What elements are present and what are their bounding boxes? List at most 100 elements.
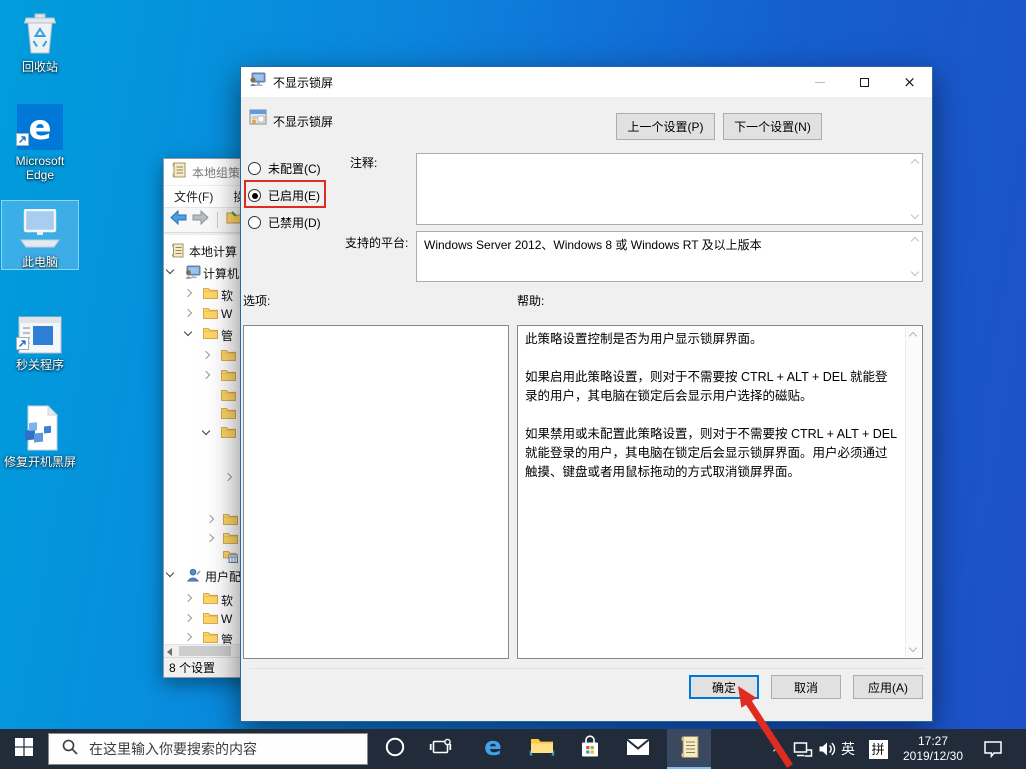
scroll-down-icon[interactable] <box>909 645 917 653</box>
scroll-left-icon[interactable] <box>167 648 172 656</box>
dialog-policy-icon <box>249 72 266 92</box>
help-panel[interactable]: 此策略设置控制是否为用户显示锁屏界面。如果启用此策略设置，则对于不需要按 CTR… <box>517 325 923 659</box>
options-label: 选项: <box>243 292 270 309</box>
taskbar-task-view-button[interactable] <box>418 729 462 769</box>
minimize-button[interactable] <box>797 67 842 97</box>
gpo-icon <box>171 243 184 261</box>
chevron-right-icon[interactable] <box>224 473 232 481</box>
chevron-right-icon[interactable] <box>206 534 214 542</box>
desktop-icon-label: 修复开机黑屏 <box>2 455 78 469</box>
taskbar-mail-button[interactable] <box>616 729 660 769</box>
chevron-down-icon[interactable] <box>166 569 174 577</box>
dialog-titlebar[interactable]: 不显示锁屏 × <box>241 67 932 97</box>
cancel-button[interactable]: 取消 <box>771 675 841 699</box>
chevron-right-icon[interactable] <box>202 371 210 379</box>
scroll-down-icon[interactable] <box>911 212 919 220</box>
fix-boot-black-screen-icon <box>20 405 60 451</box>
chevron-down-icon[interactable] <box>184 328 192 336</box>
folder-icon <box>223 513 238 528</box>
desktop-icon-this-pc[interactable]: 此电脑 <box>2 201 78 269</box>
radio-not-configured[interactable]: 未配置(C) <box>248 160 321 177</box>
next-setting-button[interactable]: 下一个设置(N) <box>723 113 822 140</box>
scroll-up-icon[interactable] <box>911 236 919 244</box>
menu-file[interactable]: 文件(F) <box>164 188 223 205</box>
cortana-icon <box>384 736 406 763</box>
options-panel[interactable] <box>243 325 509 659</box>
chevron-right-icon[interactable] <box>184 614 192 622</box>
dialog-title: 不显示锁屏 <box>273 74 333 91</box>
desktop-icon-recycle-bin[interactable]: 回收站 <box>2 6 78 74</box>
maximize-button[interactable] <box>842 67 887 97</box>
gpedit-title: 本地组策 <box>192 164 240 181</box>
taskbar-cortana-button[interactable] <box>373 729 417 769</box>
close-icon: × <box>903 75 916 90</box>
tree-item-label: 管 <box>221 631 233 644</box>
tray-ime-language[interactable]: 英 <box>838 729 858 769</box>
this-pc-icon <box>16 209 64 251</box>
speaker-icon <box>818 741 837 757</box>
scroll-down-icon[interactable] <box>911 269 919 277</box>
shortcut-arrow-icon <box>16 337 29 355</box>
taskbar-edge-button[interactable]: e <box>471 729 515 769</box>
start-button[interactable] <box>0 729 48 769</box>
tray-clock[interactable]: 17:27 2019/12/30 <box>894 729 972 769</box>
radio-disabled[interactable]: 已禁用(D) <box>248 214 321 231</box>
taskbar: 在这里输入你要搜索的内容 e 英 拼 17:27 2019/12/30 <box>0 729 1026 769</box>
chevron-right-icon[interactable] <box>184 633 192 641</box>
chevron-right-icon[interactable] <box>202 351 210 359</box>
ok-button[interactable]: 确定 <box>689 675 759 699</box>
desktop-icon-seconds-close-app[interactable]: 秒关程序 <box>2 304 78 372</box>
tree-item-label: 用户配 <box>205 568 241 585</box>
windows-logo-icon <box>15 738 33 761</box>
tray-network[interactable] <box>792 729 814 769</box>
tray-show-hidden-icons[interactable] <box>770 729 788 769</box>
shortcut-arrow-icon <box>16 133 29 151</box>
tray-ime-mode[interactable]: 拼 <box>866 729 890 769</box>
help-paragraph: 此策略设置控制是否为用户显示锁屏界面。 <box>525 330 898 349</box>
supported-on-label: 支持的平台: <box>345 234 408 251</box>
comment-textbox[interactable] <box>416 153 923 225</box>
search-icon <box>61 738 79 761</box>
tray-volume[interactable] <box>816 729 838 769</box>
back-icon[interactable] <box>170 210 187 230</box>
taskbar-group-policy-editor-button[interactable] <box>667 729 711 769</box>
help-paragraph: 如果启用此策略设置，则对于不需要按 CTRL + ALT + DEL 就能登录的… <box>525 368 898 406</box>
clock-date: 2019/12/30 <box>903 749 963 764</box>
forward-icon[interactable] <box>192 210 209 230</box>
tree-item-label: 本地计算 <box>189 243 237 260</box>
close-button[interactable]: × <box>887 67 932 97</box>
search-placeholder: 在这里输入你要搜索的内容 <box>89 739 257 759</box>
help-scrollbar[interactable] <box>905 327 921 657</box>
desktop-icon-fix-boot-black-screen[interactable]: 修复开机黑屏 <box>2 401 78 469</box>
supported-on-textbox[interactable]: Windows Server 2012、Windows 8 或 Windows … <box>416 231 923 282</box>
taskbar-store-button[interactable] <box>568 729 612 769</box>
scroll-up-icon[interactable] <box>911 158 919 166</box>
previous-setting-button[interactable]: 上一个设置(P) <box>616 113 715 140</box>
folder-icon <box>221 426 236 441</box>
scroll-up-icon[interactable] <box>909 331 917 339</box>
ime-mode-badge: 拼 <box>869 740 888 759</box>
desktop-icon-microsoft-edge[interactable]: e Microsoft Edge <box>2 100 78 182</box>
chevron-right-icon[interactable] <box>184 594 192 602</box>
radio-icon[interactable] <box>248 216 261 229</box>
scroll-thumb[interactable] <box>179 646 231 656</box>
comment-label: 注释: <box>350 154 377 171</box>
action-center-button[interactable] <box>978 729 1008 769</box>
setting-icon <box>249 109 267 130</box>
tree-item-label: 软 <box>221 287 233 304</box>
folder-icon <box>203 307 218 322</box>
tree-item-label: 软 <box>221 592 233 609</box>
svg-text:e: e <box>28 108 51 148</box>
taskbar-file-explorer-button[interactable] <box>520 729 564 769</box>
tree-item-label: W <box>221 307 232 321</box>
chevron-right-icon[interactable] <box>184 309 192 317</box>
chevron-right-icon[interactable] <box>184 289 192 297</box>
chevron-right-icon[interactable] <box>206 515 214 523</box>
taskbar-search-input[interactable]: 在这里输入你要搜索的内容 <box>48 733 368 765</box>
chevron-down-icon[interactable] <box>166 266 174 274</box>
desktop-icon-label: 此电脑 <box>2 255 78 269</box>
radio-icon[interactable] <box>248 162 261 175</box>
chevron-down-icon[interactable] <box>202 427 210 435</box>
gpedit-app-icon <box>171 162 186 183</box>
apply-button[interactable]: 应用(A) <box>853 675 923 699</box>
